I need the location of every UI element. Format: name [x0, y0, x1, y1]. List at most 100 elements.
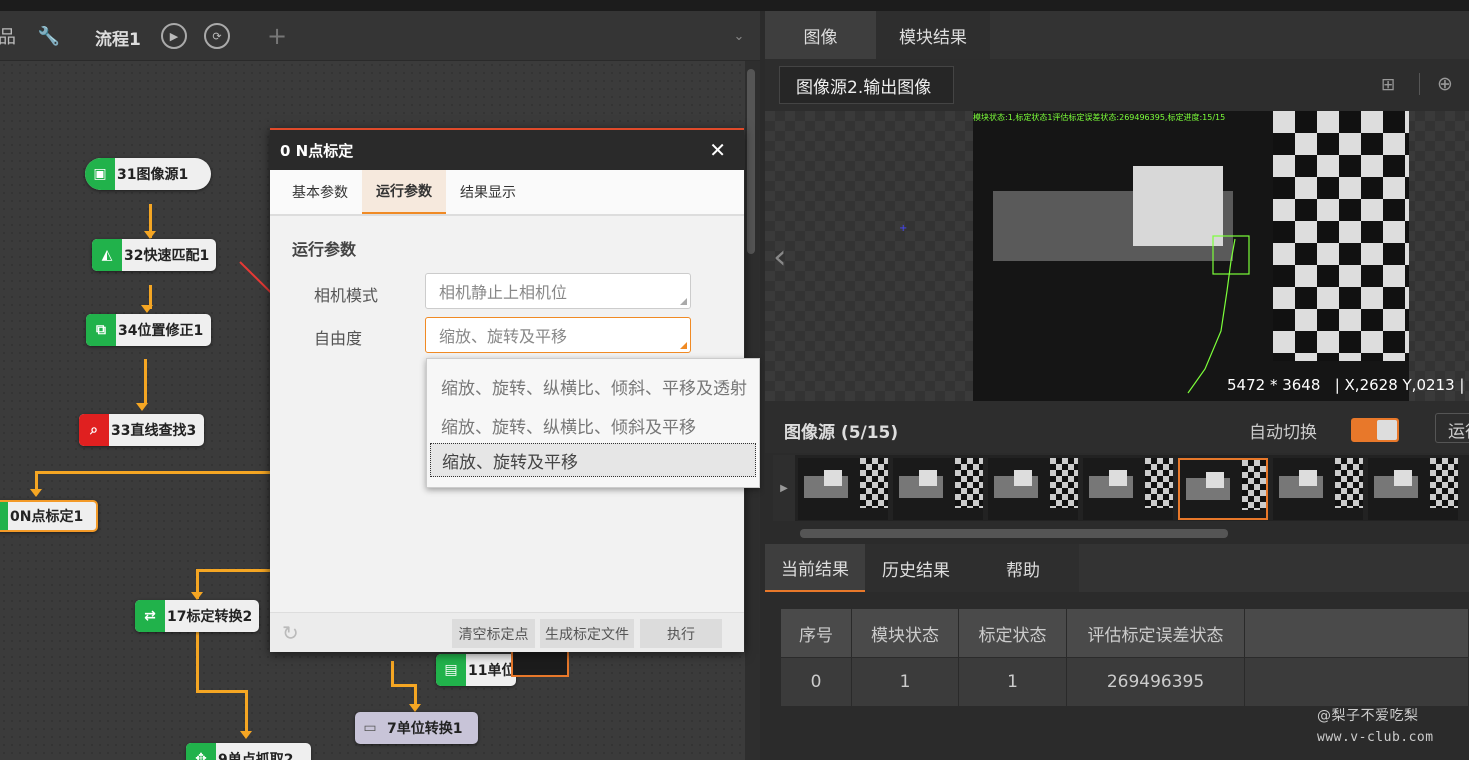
wire	[35, 471, 38, 489]
tab-history-result[interactable]: 历史结果	[865, 544, 967, 592]
wire-arrow	[240, 731, 252, 739]
table-header: 序号 模块状态 标定状态 评估标定误差状态	[781, 609, 1469, 657]
dialog-tabs: 基本参数 运行参数 结果显示	[270, 170, 744, 216]
image-thumbnail[interactable]	[1273, 458, 1363, 520]
node-n-point-calib[interactable]: 0N点标定1	[0, 500, 98, 532]
unit-icon: ▤	[436, 654, 466, 686]
camera-mode-select[interactable]: 相机静止上相机位	[425, 273, 691, 309]
node-position-fix[interactable]: ⧉ 34位置修正1	[86, 314, 211, 346]
node-image-source[interactable]: ▣ 31图像源1	[85, 158, 211, 190]
chevron-down-icon[interactable]: ⌄	[726, 23, 752, 49]
section-title: 运行参数	[292, 240, 357, 259]
tab-module-result[interactable]: 模块结果	[876, 11, 990, 59]
dropdown-option[interactable]: 缩放、旋转、纵横比、倾斜、平移及透射	[441, 374, 747, 399]
node-calib-convert[interactable]: ⇄ 17标定转换2	[135, 600, 259, 632]
prev-image-icon[interactable]: ‹	[773, 237, 787, 277]
process-tab-title[interactable]: 流程1	[95, 25, 141, 50]
wire-arrow	[30, 489, 42, 497]
dof-label: 自由度	[314, 329, 363, 348]
image-source-bar: 图像源 (5/15) 自动切换 运行	[765, 401, 1469, 453]
node-single-grab[interactable]: ✥ 9单点抓取2	[186, 743, 311, 760]
tab-help[interactable]: 帮助	[967, 544, 1079, 592]
close-icon[interactable]: ✕	[709, 138, 726, 162]
image-size: 5472 * 3648	[1227, 376, 1321, 394]
coordinate-readout: 5472 * 3648 | X,2628 Y,0213 |	[1227, 376, 1464, 394]
unit-convert-icon: ▭	[363, 720, 377, 736]
reset-icon[interactable]: ↻	[282, 621, 299, 645]
zoom-in-icon[interactable]: ⊕	[1437, 73, 1453, 95]
wire	[414, 684, 417, 704]
dialog-title: 0 N点标定	[280, 141, 354, 160]
node-fast-match[interactable]: ◭ 32快速匹配1	[92, 239, 216, 271]
image-tabs: 图像 模块结果	[765, 11, 1469, 59]
run-once-icon[interactable]: ▶	[161, 23, 187, 49]
image-thumbnail[interactable]	[798, 458, 888, 520]
tab-image[interactable]: 图像	[765, 11, 876, 59]
calib-overlay	[1187, 235, 1250, 394]
image-toolbar: 图像源2.输出图像 ⊞ ⊕	[765, 59, 1469, 111]
dropdown-option[interactable]: 缩放、旋转、纵横比、倾斜及平移	[441, 413, 696, 438]
wire	[196, 569, 270, 572]
dof-select[interactable]: 缩放、旋转及平移	[425, 317, 691, 353]
wire-arrow	[144, 231, 156, 239]
wire-arrow	[409, 704, 421, 712]
auto-switch-toggle[interactable]	[1351, 418, 1399, 442]
dropdown-corner-icon	[680, 342, 687, 349]
wire	[245, 690, 248, 735]
wire	[144, 359, 147, 403]
wire-arrow	[141, 305, 153, 313]
cell: 1	[959, 658, 1067, 706]
clear-points-button[interactable]: 清空标定点	[452, 619, 535, 648]
image-thumbnail[interactable]	[1083, 458, 1173, 520]
tab-current-result[interactable]: 当前结果	[765, 544, 865, 592]
image-source-select[interactable]: 图像源2.输出图像	[779, 66, 954, 104]
tab-run-params[interactable]: 运行参数	[362, 170, 446, 214]
tree-icon[interactable]: 品	[0, 23, 20, 49]
result-tabs: 当前结果 历史结果 帮助	[765, 544, 1469, 592]
cell: 269496395	[1067, 658, 1245, 706]
top-strip	[0, 0, 1469, 11]
node-unit-partial[interactable]: ▤ 11单位	[436, 654, 516, 686]
wire	[391, 661, 394, 686]
status-overlay: 模块状态:1,标定状态1评估标定误差状态:269496395,标定进度:15/1…	[973, 113, 1226, 122]
wire-arrow	[191, 592, 203, 600]
image-source-value: 图像源2.输出图像	[796, 77, 932, 98]
wire	[196, 690, 248, 693]
cell: 1	[852, 658, 959, 706]
toggle-knob	[1377, 420, 1397, 440]
generate-file-button[interactable]: 生成标定文件	[540, 619, 634, 648]
image-viewer[interactable]: ‹ + 模块状态:1,标定状态1评估标定误差状态:269496395,标定进度:…	[765, 111, 1469, 401]
node-line-find[interactable]: ⌕ 33直线查找3	[79, 414, 204, 446]
image-thumbnail[interactable]	[1178, 458, 1268, 520]
image-thumbnail[interactable]	[1368, 458, 1458, 520]
line-find-icon: ⌕	[79, 414, 109, 446]
tab-basic-params[interactable]: 基本参数	[278, 170, 362, 214]
dropdown-option-selected[interactable]: 缩放、旋转及平移	[430, 443, 756, 477]
image-icon: ▣	[85, 158, 115, 190]
run-loop-icon[interactable]: ⟳	[204, 23, 230, 49]
dropdown-corner-icon	[680, 298, 687, 305]
table-row[interactable]: 0 1 1 269496395	[781, 658, 1469, 706]
image-thumbnail[interactable]	[893, 458, 983, 520]
tab-result-display[interactable]: 结果显示	[446, 170, 530, 214]
wrench-icon[interactable]: 🔧	[36, 23, 62, 49]
col-header: 标定状态	[959, 609, 1067, 657]
filmstrip-scrollbar[interactable]	[800, 529, 1228, 538]
position-fix-icon: ⧉	[86, 314, 116, 346]
filmstrip-play-icon[interactable]: ▶	[773, 455, 795, 521]
col-header-empty	[1245, 609, 1469, 657]
wire	[196, 632, 199, 692]
layout-grid-icon[interactable]: ⊞	[1381, 75, 1395, 95]
image-thumbnail[interactable]	[988, 458, 1078, 520]
source-title: 图像源 (5/15)	[784, 423, 899, 443]
node-unit-convert[interactable]: ▭ 7单位转换1	[355, 712, 478, 744]
scroll-thumb[interactable]	[747, 69, 755, 254]
wire-arrow	[136, 403, 148, 411]
calib-trace	[1187, 238, 1236, 394]
cell: 0	[781, 658, 852, 706]
add-process-icon[interactable]: +	[264, 22, 290, 50]
run-button[interactable]: 运行	[1435, 413, 1469, 443]
execute-button[interactable]: 执行	[640, 619, 722, 648]
image-panel: 图像 模块结果 图像源2.输出图像 ⊞ ⊕ ‹ + 模块状态:1,标定状态1评估…	[765, 11, 1469, 760]
toolbar-divider	[1419, 73, 1420, 95]
